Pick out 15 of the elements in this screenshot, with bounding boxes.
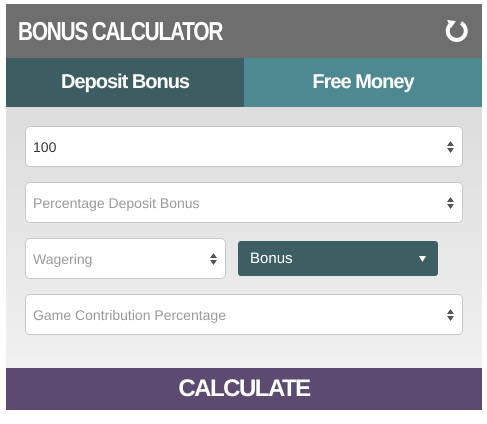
calculator-tab[interactable]: Free Money [244, 58, 482, 107]
number-field[interactable]: Wagering [25, 238, 226, 279]
reset-icon[interactable] [444, 18, 470, 44]
spinner-icon[interactable] [447, 197, 454, 209]
spinner-icon[interactable] [210, 253, 217, 265]
type-dropdown[interactable]: Bonus [238, 241, 438, 276]
calculator-title: BONUS CALCULATOR [18, 16, 222, 46]
number-field[interactable]: Percentage Deposit Bonus [25, 182, 463, 223]
spinner-icon[interactable] [447, 309, 454, 321]
calculator-tab[interactable]: Deposit Bonus [6, 58, 244, 107]
number-field[interactable]: 100 [25, 126, 463, 167]
dropdown-caret-icon [419, 256, 426, 262]
number-field[interactable]: Game Contribution Percentage [25, 294, 463, 335]
calculate-button[interactable]: CALCULATE [6, 368, 482, 410]
spinner-icon[interactable] [447, 141, 454, 153]
